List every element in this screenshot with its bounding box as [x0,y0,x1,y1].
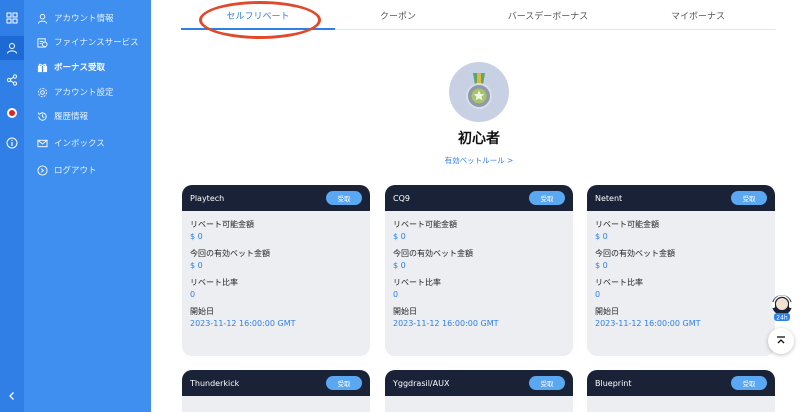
rebate-card: CQ9 受取 リベート可能金額 $ 0 今回の有効ベット金額 $ 0 リベート比… [385,185,573,356]
start-date-label: 開始日 [595,307,619,316]
card-header: Playtech 受取 [182,185,370,211]
highlight-annotation-ellipse [199,1,321,39]
rebate-card: Yggdrasil/AUX 受取 [385,370,573,412]
rebate-amount-label: リベート可能金額 [190,220,254,229]
logout-icon [36,164,48,176]
provider-name: Blueprint [595,378,632,388]
start-date-value: 2023-11-12 16:00:00 GMT [595,319,701,328]
provider-name: Playtech [190,193,225,203]
bet-amount-label: 今回の有効ベット金額 [393,249,473,258]
menu-item-label: ログアウト [54,166,97,176]
menu-item-history[interactable]: 履歴情報 [36,108,88,124]
rebate-rate-label: リベート比率 [190,278,238,287]
user-icon[interactable] [4,40,20,56]
rebate-rate-label: リベート比率 [595,278,643,287]
rebate-card: Blueprint 受取 [587,370,775,412]
menu-item-label: 履歴情報 [54,112,89,122]
claim-button[interactable]: 受取 [326,191,362,205]
bet-amount-label: 今回の有効ベット金額 [595,249,675,258]
user-icon [36,12,48,24]
main-content: セルフリベート クーポン バースデーボーナス マイボーナス 初心者 有効ベットル… [151,0,800,412]
claim-button[interactable]: 受取 [731,376,767,390]
bet-amount-value: $ 0 [595,261,608,270]
menu-item-logout[interactable]: ログアウト [36,162,97,178]
menu-item-label: アカウント情報 [54,14,114,24]
provider-name: Thunderkick [190,378,240,388]
gift-icon [36,61,48,73]
share-icon[interactable] [4,72,20,88]
rebate-rate-label: リベート比率 [393,278,441,287]
rebate-amount-label: リベート可能金額 [393,220,457,229]
tab-my-bonus[interactable]: マイボーナス [621,0,775,30]
rebate-rate-value: 0 [595,290,601,299]
menu-item-bonus[interactable]: ボーナス受取 [36,59,105,75]
menu-item-label: インボックス [54,139,105,149]
rebate-amount-value: $ 0 [190,232,203,241]
claim-button[interactable]: 受取 [731,191,767,205]
menu-item-inbox[interactable]: インボックス [36,135,105,151]
account-menu: アカウント情報 ファイナンスサービス ボーナス受取 アカウント設定 履歴情報 イ… [24,0,151,412]
menu-item-finance[interactable]: ファイナンスサービス [36,34,139,50]
mail-icon [36,137,48,149]
rebate-rate-value: 0 [190,290,196,299]
card-header: Blueprint 受取 [587,370,775,396]
tab-coupon[interactable]: クーポン [321,0,475,30]
info-icon[interactable] [4,135,20,151]
rebate-amount-label: リベート可能金額 [595,220,659,229]
gear-icon [36,86,48,98]
record-icon[interactable] [4,105,20,121]
rebate-card: Playtech 受取 リベート可能金額 $ 0 今回の有効ベット金額 $ 0 … [182,185,370,356]
rebate-card: Netent 受取 リベート可能金額 $ 0 今回の有効ベット金額 $ 0 リベ… [587,185,775,356]
level-title: 初心者 [458,131,500,147]
history-icon [36,110,48,122]
provider-name: Yggdrasil/AUX [393,378,450,388]
medal-icon [449,62,509,122]
icon-rail [0,0,24,412]
rebate-card: Thunderkick 受取 [182,370,370,412]
claim-button[interactable]: 受取 [529,376,565,390]
menu-item-account-info[interactable]: アカウント情報 [36,10,114,26]
menu-item-settings[interactable]: アカウント設定 [36,84,114,100]
menu-item-label: ファイナンスサービス [54,38,139,48]
start-date-label: 開始日 [190,307,214,316]
arrow-up-icon [777,336,785,344]
finance-icon [36,36,48,48]
card-header: Thunderkick 受取 [182,370,370,396]
rebate-amount-value: $ 0 [595,232,608,241]
bet-amount-label: 今回の有効ベット金額 [190,249,270,258]
start-date-value: 2023-11-12 16:00:00 GMT [393,319,499,328]
card-header: Yggdrasil/AUX 受取 [385,370,573,396]
start-date-value: 2023-11-12 16:00:00 GMT [190,319,296,328]
menu-item-label: ボーナス受取 [54,63,106,73]
collapse-icon[interactable] [4,388,20,404]
support-chat-24h-icon[interactable]: 24h [768,293,796,323]
provider-name: CQ9 [393,193,410,203]
start-date-label: 開始日 [393,307,417,316]
rebate-amount-value: $ 0 [393,232,406,241]
scroll-to-top-button[interactable] [768,328,794,354]
bet-amount-value: $ 0 [190,261,203,270]
claim-button[interactable]: 受取 [326,376,362,390]
grid-icon[interactable] [4,10,20,26]
bet-amount-value: $ 0 [393,261,406,270]
card-header: CQ9 受取 [385,185,573,211]
svg-text:24h: 24h [776,315,788,322]
tab-birthday-bonus[interactable]: バースデーボーナス [471,0,625,30]
claim-button[interactable]: 受取 [529,191,565,205]
valid-bet-rule-link[interactable]: 有効ベットルール > [379,155,579,166]
menu-item-label: アカウント設定 [54,88,114,98]
card-header: Netent 受取 [587,185,775,211]
provider-name: Netent [595,193,623,203]
rebate-rate-value: 0 [393,290,399,299]
